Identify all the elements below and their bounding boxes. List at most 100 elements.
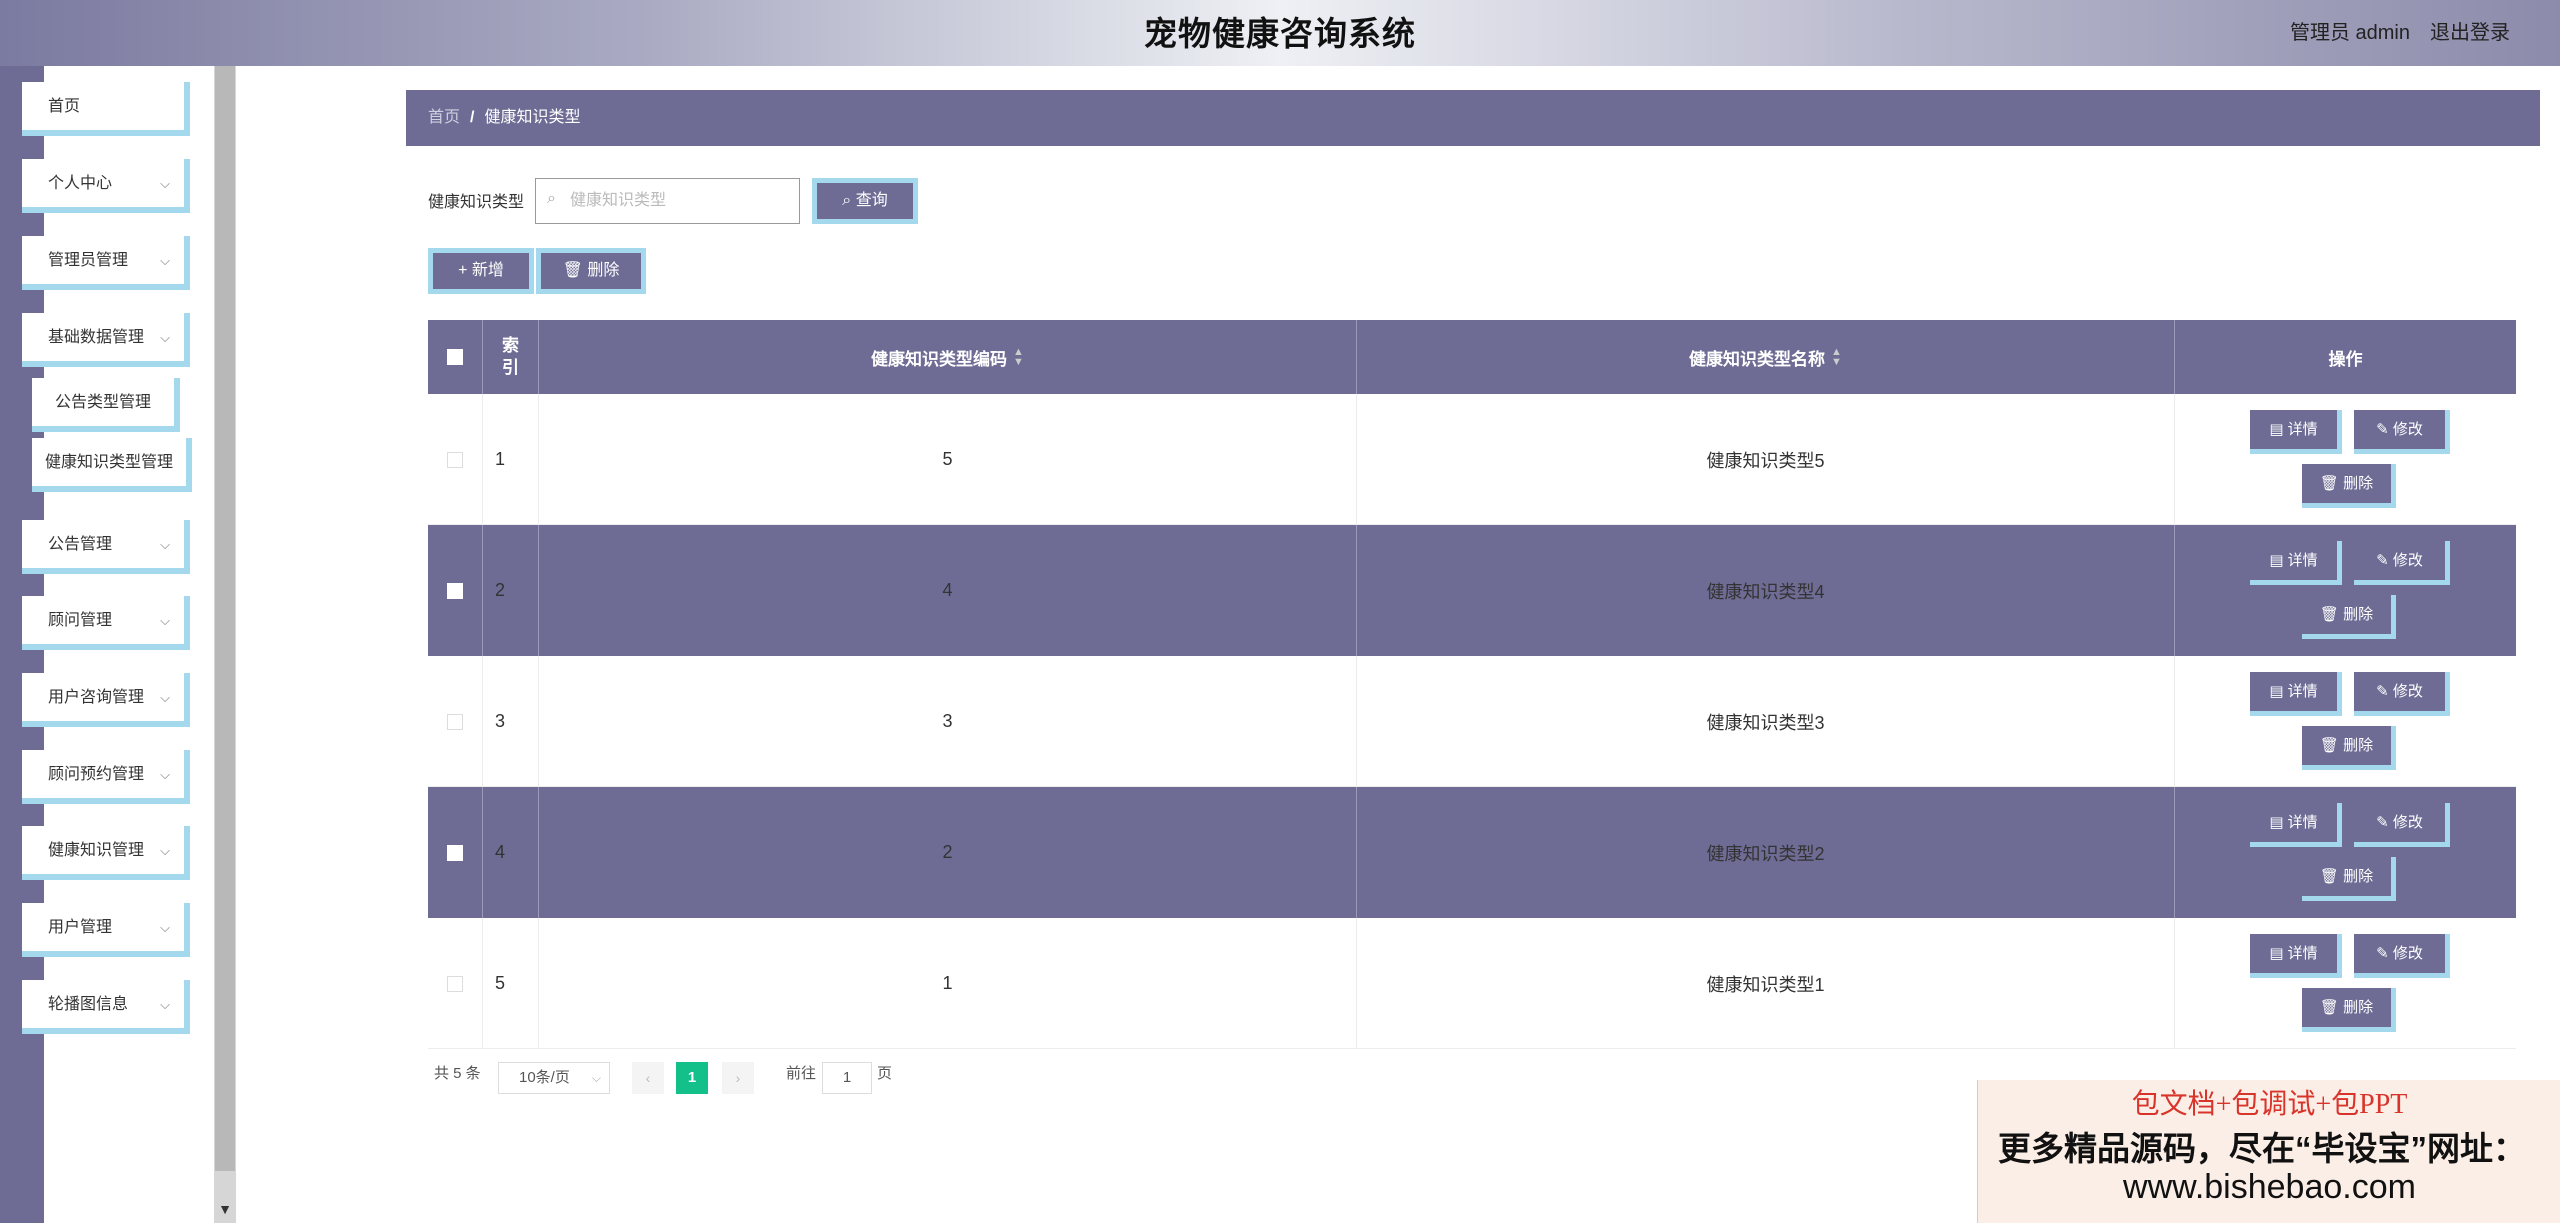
sidebar-item-notice-management[interactable]: 公告管理 ⌵ [22,520,190,574]
watermark-line-1: 包文档+包调试+包PPT [2131,1089,2408,1120]
select-all-checkbox[interactable] [447,349,463,365]
delete-button[interactable]: 🗑 删除 [2302,857,2396,901]
row-checkbox[interactable] [447,713,463,730]
goto-page-input[interactable]: 1 [822,1062,872,1094]
query-button[interactable]: ⌕ 查询 [812,178,918,224]
detail-button[interactable]: ▤ 详情 [2250,672,2342,716]
row-index: 3 [483,656,539,787]
watermark-line-2: 更多精品源码，尽在“毕设宝”网址： [1998,1130,2526,1167]
sidebar-item-basic-data[interactable]: 基础数据管理 ⌵ [22,313,190,367]
edit-button[interactable]: ✎ 修改 [2354,541,2450,585]
batch-delete-button[interactable]: 🗑 删除 [536,248,646,294]
detail-button[interactable]: ▤ 详情 [2250,541,2342,585]
delete-button-label: 删除 [587,262,620,279]
row-select-cell [428,918,483,1049]
table-row: 1 5 健康知识类型5 [428,394,2516,525]
row-checkbox[interactable] [447,451,463,468]
header-code[interactable]: 健康知识类型编码 ▲ ▼ [539,320,1357,394]
edit-button-label: 修改 [2392,552,2423,569]
delete-button-label: 删除 [2343,606,2374,623]
trash-icon: 🗑 [2319,606,2344,623]
current-page-button[interactable]: 1 [676,1062,708,1094]
table-header: 索 引 健康知识类型编码 ▲ ▼ 健康知识类型名称 ▲ ▼ 操作 [428,320,2516,394]
row-checkbox[interactable] [447,844,463,861]
detail-button[interactable]: ▤ 详情 [2250,410,2342,454]
sidebar-item-label: 首页 [48,98,81,115]
row-checkbox[interactable] [447,975,463,992]
sidebar-item-health-knowledge[interactable]: 健康知识管理 ⌵ [22,826,190,880]
sidebar-item-label: 个人中心 [48,175,113,192]
search-input[interactable] [535,178,800,224]
search-label: 健康知识类型 [428,194,525,211]
sidebar-item-admin-management[interactable]: 管理员管理 ⌵ [22,236,190,290]
sidebar-subitem-notice-type[interactable]: 公告类型管理 [32,378,180,432]
row-select-cell [428,394,483,525]
row-name: 健康知识类型4 [1357,525,2175,656]
chevron-down-icon: ⌵ [160,613,170,628]
sidebar-item-user-consultation[interactable]: 用户咨询管理 ⌵ [22,673,190,727]
sidebar-item-consultant-appointment[interactable]: 顾问预约管理 ⌵ [22,750,190,804]
sidebar-subitem-label: 健康知识类型管理 [44,454,173,471]
goto-prefix: 前往 [786,1065,817,1082]
sidebar-scrollbar[interactable]: ▼ [214,66,236,1223]
chevron-down-icon: ⌵ [160,690,170,705]
delete-button[interactable]: 🗑 删除 [2302,595,2396,639]
row-code: 5 [539,394,1357,525]
sidebar-item-label: 顾问预约管理 [48,766,145,783]
row-name: 健康知识类型5 [1357,394,2175,525]
header-actions: 操作 [2328,349,2363,369]
delete-button-label: 删除 [2343,999,2374,1016]
scroll-down-arrow-icon[interactable]: ▼ [214,1201,236,1217]
chevron-down-icon: ⌵ [160,997,170,1012]
scrollbar-thumb[interactable] [215,66,235,1171]
document-icon: ▤ [2269,683,2288,700]
edit-icon: ✎ [2376,552,2393,569]
next-page-button[interactable]: › [722,1062,754,1094]
edit-icon: ✎ [2376,683,2393,700]
top-header: 宠物健康咨询系统 管理员 admin 退出登录 [0,0,2560,66]
breadcrumb-current: 健康知识类型 [484,109,581,126]
detail-button[interactable]: ▤ 详情 [2250,934,2342,978]
sidebar-item-home[interactable]: 首页 [22,82,190,136]
sidebar-subitem-health-knowledge-type[interactable]: 健康知识类型管理 [32,438,192,492]
page-size-select[interactable]: 10条/页 ⌵ [498,1062,610,1094]
edit-button[interactable]: ✎ 修改 [2354,934,2450,978]
detail-button-label: 详情 [2287,945,2318,962]
sidebar-item-label: 健康知识管理 [48,842,145,859]
delete-button[interactable]: 🗑 删除 [2302,988,2396,1032]
sidebar-item-consultant-management[interactable]: 顾问管理 ⌵ [22,596,190,650]
sidebar-item-user-management[interactable]: 用户管理 ⌵ [22,903,190,957]
document-icon: ▤ [2269,552,2288,569]
row-checkbox[interactable] [447,582,463,599]
search-icon: ⌕ [547,190,556,207]
add-button[interactable]: + 新增 [428,248,534,294]
sidebar-item-personal-center[interactable]: 个人中心 ⌵ [22,159,190,213]
sort-icon[interactable]: ▲ ▼ [1013,347,1024,368]
logout-link[interactable]: 退出登录 [2430,0,2510,66]
detail-button[interactable]: ▤ 详情 [2250,803,2342,847]
row-index: 1 [483,394,539,525]
chevron-down-icon: ⌵ [160,537,170,552]
breadcrumb: 首页 / 健康知识类型 [406,90,2540,146]
breadcrumb-separator: / [470,109,475,126]
chevron-down-icon: ⌵ [160,253,170,268]
edit-button[interactable]: ✎ 修改 [2354,803,2450,847]
delete-button[interactable]: 🗑 删除 [2302,464,2396,508]
trash-icon: 🗑 [2319,999,2344,1016]
edit-icon: ✎ [2376,421,2393,438]
sidebar-item-label: 公告管理 [48,536,113,553]
edit-button-label: 修改 [2392,945,2423,962]
row-name: 健康知识类型1 [1357,918,2175,1049]
chevron-down-icon: ⌵ [160,330,170,345]
row-select-cell [428,525,483,656]
delete-button[interactable]: 🗑 删除 [2302,726,2396,770]
sidebar-subitem-label: 公告类型管理 [54,394,151,411]
edit-button[interactable]: ✎ 修改 [2354,672,2450,716]
breadcrumb-home[interactable]: 首页 [428,109,460,126]
edit-button[interactable]: ✎ 修改 [2354,410,2450,454]
chevron-down-icon: ⌵ [591,1071,601,1085]
prev-page-button[interactable]: ‹ [632,1062,664,1094]
header-name[interactable]: 健康知识类型名称 ▲ ▼ [1357,320,2175,394]
sidebar-item-carousel[interactable]: 轮播图信息 ⌵ [22,980,190,1034]
sort-icon[interactable]: ▲ ▼ [1831,347,1842,368]
